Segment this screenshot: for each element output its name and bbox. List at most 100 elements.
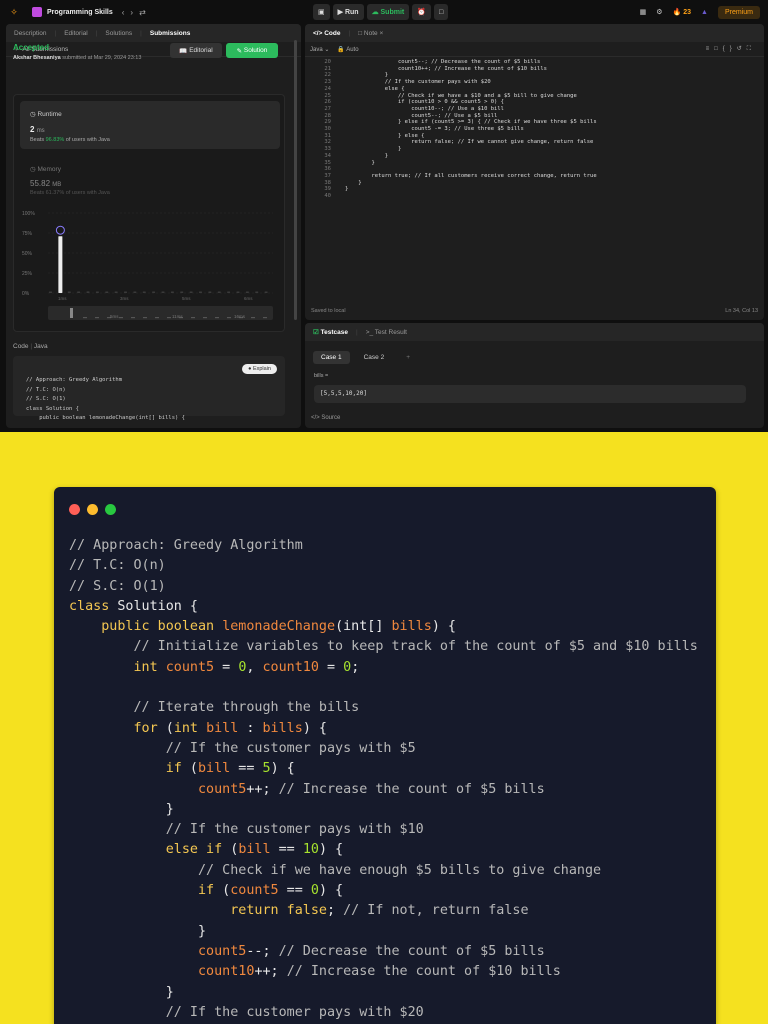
solution-button[interactable]: ✎ Solution bbox=[226, 43, 278, 58]
overview-bar bbox=[227, 317, 231, 319]
overview-bar bbox=[191, 317, 195, 319]
chart-bar bbox=[208, 291, 212, 293]
autocomplete-mode[interactable]: 🔒 Auto bbox=[337, 46, 358, 53]
code-lang: Java bbox=[33, 343, 48, 350]
y-tick-label: 0% bbox=[22, 291, 30, 297]
chart-bar bbox=[67, 291, 71, 293]
chart-bar bbox=[95, 291, 99, 293]
chart-bar bbox=[255, 291, 259, 293]
y-tick-label: 25% bbox=[22, 271, 33, 277]
editor-toolbar: Java ⌄ 🔒 Auto ≡□{}↺⛶ bbox=[305, 42, 764, 57]
left-scrollbar[interactable] bbox=[294, 40, 297, 320]
saved-status: Saved to local bbox=[311, 308, 346, 314]
x-tick-label: 5ms bbox=[182, 296, 191, 301]
avatar[interactable]: ▲ bbox=[701, 9, 708, 16]
problem-tabs: Description | Editorial | Solutions | Submi… bbox=[6, 24, 301, 42]
chart-bar bbox=[180, 291, 184, 293]
overview-bar bbox=[203, 317, 207, 319]
overview-bar bbox=[70, 308, 73, 318]
runtime-distribution-chart[interactable]: 100% 75% 50% 25% 0% 1ms 3ms 5ms 6ms 5ms 11ms 16ms bbox=[18, 203, 283, 328]
run-button[interactable]: ▶ Run bbox=[332, 4, 364, 20]
tab-description[interactable]: Description bbox=[14, 30, 47, 37]
editorial-label: Editorial bbox=[189, 47, 213, 54]
overview-bar bbox=[251, 317, 255, 319]
submitted-code: // Approach: Greedy Algorithm // T.C: O(… bbox=[26, 377, 185, 421]
shuffle-icon[interactable]: ⇄ bbox=[139, 8, 146, 17]
bills-input[interactable]: [5,5,5,10,20] bbox=[314, 385, 746, 403]
overview-bar bbox=[215, 317, 219, 319]
editor-tabs: </> Code | □ Note × bbox=[305, 24, 764, 42]
explain-button[interactable]: ● Explain bbox=[242, 364, 277, 374]
problem-list-icon bbox=[32, 7, 42, 17]
line-numbers: 20 21 22 23 24 25 26 27 28 29 30 31 32 3… bbox=[324, 59, 331, 200]
submit-button[interactable]: ☁ Submit bbox=[366, 4, 410, 20]
overview-bar bbox=[119, 317, 123, 319]
memory-beats: Beats 61.37% of users with Java bbox=[30, 190, 110, 196]
chart-bar bbox=[152, 291, 156, 293]
prev-problem-icon[interactable]: ‹ bbox=[122, 8, 125, 17]
chart-bar bbox=[114, 291, 118, 293]
editor-actions[interactable]: ≡□{}↺⛶ bbox=[706, 45, 756, 53]
memory-value: 55.82 MB bbox=[30, 179, 62, 188]
chart-bar bbox=[227, 291, 231, 293]
submitter-name[interactable]: Akshar Bhesaniya bbox=[13, 55, 61, 61]
testcase-tabs: ☑ Testcase | >_ Test Result bbox=[305, 323, 764, 341]
submitted-time: submitted at Mar 29, 2024 23:13 bbox=[62, 55, 142, 61]
chart-bar bbox=[199, 291, 202, 293]
layout-icon[interactable]: ▦ bbox=[640, 8, 647, 16]
chart-bar bbox=[77, 291, 81, 293]
tab-submissions[interactable]: Submissions bbox=[150, 30, 190, 37]
tab-solutions[interactable]: Solutions bbox=[105, 30, 132, 37]
case-2-tab[interactable]: Case 2 bbox=[356, 351, 393, 364]
case-selector: Case 1 Case 2 + bbox=[313, 351, 418, 364]
memory-label[interactable]: ◷ Memory bbox=[30, 165, 61, 173]
editorial-button[interactable]: 📖 Editorial bbox=[170, 43, 222, 58]
chart-bar bbox=[124, 291, 127, 293]
case-1-tab[interactable]: Case 1 bbox=[313, 351, 350, 364]
status-badge: Accepted bbox=[13, 43, 50, 52]
x-tick-label: 6ms bbox=[244, 296, 253, 301]
debug-button[interactable]: ▣ bbox=[313, 4, 330, 20]
runtime-card[interactable]: ◷ Runtime 2 ms Beats 96.83% of users wit… bbox=[20, 101, 280, 149]
overview-bar bbox=[95, 317, 99, 319]
code-editor[interactable]: 20 21 22 23 24 25 26 27 28 29 30 31 32 3… bbox=[305, 57, 764, 297]
chart-bar bbox=[86, 291, 90, 293]
runtime-value: 2 ms bbox=[30, 125, 45, 134]
leetcode-logo-icon[interactable]: ✧ bbox=[8, 6, 20, 18]
overview-tick-label: 16ms bbox=[234, 314, 246, 319]
performance-stats: ◷ Runtime 2 ms Beats 96.83% of users wit… bbox=[13, 94, 285, 332]
chart-bar bbox=[105, 291, 109, 293]
timer-icon[interactable]: ⏰ bbox=[412, 4, 431, 20]
add-case-icon[interactable]: + bbox=[398, 351, 418, 364]
overview-tick-label: 11ms bbox=[172, 314, 183, 319]
next-problem-icon[interactable]: › bbox=[130, 8, 133, 17]
tab-code[interactable]: </> Code bbox=[313, 30, 340, 37]
source-link[interactable]: </> Source bbox=[311, 415, 340, 421]
maximize-dot-icon bbox=[105, 504, 116, 515]
y-tick-label: 75% bbox=[22, 231, 33, 237]
x-tick-label: 3ms bbox=[120, 296, 129, 301]
chart-bar bbox=[133, 291, 137, 293]
chart-bar bbox=[58, 236, 63, 293]
tab-test-result[interactable]: >_ Test Result bbox=[366, 329, 407, 336]
tab-testcase[interactable]: ☑ Testcase bbox=[313, 328, 348, 336]
premium-button[interactable]: Premium bbox=[717, 5, 760, 19]
streak-counter[interactable]: 🔥 23 bbox=[673, 8, 691, 16]
tab-note[interactable]: □ Note × bbox=[358, 30, 383, 37]
solution-label: Solution bbox=[243, 47, 268, 54]
run-label: Run bbox=[344, 8, 359, 16]
bills-label: bills = bbox=[314, 373, 329, 379]
overview-tick-label: 5ms bbox=[110, 314, 119, 319]
settings-icon[interactable]: ⚙ bbox=[656, 8, 662, 16]
submitted-code-box: ● Explain // Approach: Greedy Algorithm … bbox=[13, 356, 285, 421]
language-select[interactable]: Java ⌄ bbox=[310, 46, 329, 53]
note-icon[interactable]: □ bbox=[433, 4, 449, 20]
problem-list-title[interactable]: Programming Skills bbox=[47, 9, 113, 16]
tab-editorial[interactable]: Editorial bbox=[64, 30, 87, 37]
chart-bar bbox=[161, 291, 165, 293]
minimize-dot-icon bbox=[87, 504, 98, 515]
editor-code[interactable]: count5--; // Decrease the count of $5 bi… bbox=[345, 59, 597, 193]
chart-bar bbox=[142, 291, 146, 293]
overview-bar bbox=[83, 317, 87, 319]
chart-bar bbox=[189, 291, 193, 293]
